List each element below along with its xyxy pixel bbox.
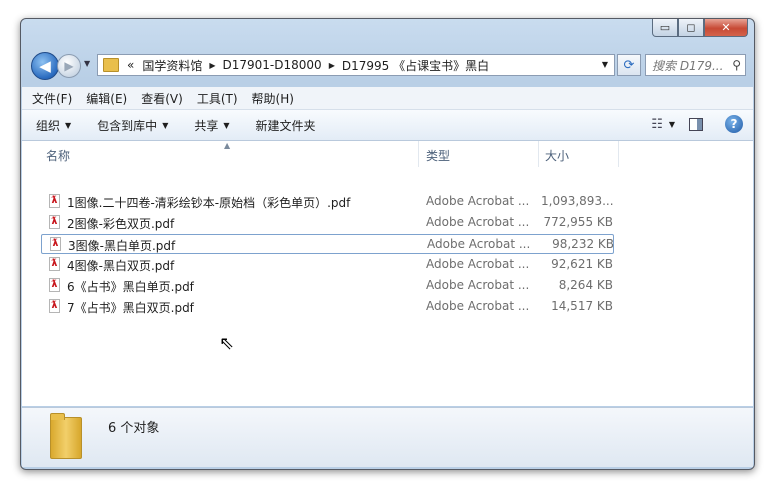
file-size: 98,232 KB (552, 237, 614, 251)
file-name: 6《占书》黑白单页.pdf (67, 280, 194, 294)
new-folder-button[interactable]: 新建文件夹 (256, 117, 316, 134)
organize-button[interactable]: 组织 ▼ (36, 117, 71, 134)
view-options-icon[interactable]: ☷ (651, 117, 663, 132)
help-icon[interactable]: ? (725, 115, 743, 133)
file-row[interactable]: ƛ 2图像-彩色双页.pdf Adobe Acrobat ... 772,955… (41, 213, 614, 233)
pdf-file-icon: ƛ (49, 194, 60, 208)
chevron-down-icon: ▼ (223, 120, 230, 130)
column-header-type[interactable]: 类型 (426, 147, 450, 164)
menu-tools[interactable]: 工具(T) (197, 90, 238, 107)
column-divider[interactable] (538, 141, 539, 167)
breadcrumb-item[interactable]: 国学资料馆 (138, 57, 206, 74)
address-dropdown-icon[interactable]: ▼ (602, 60, 608, 69)
search-placeholder: 搜索 D179... (652, 58, 724, 73)
command-bar: 组织 ▼ 包含到库中 ▼ 共享 ▼ 新建文件夹 ☷ ▼ ? (22, 110, 753, 141)
menu-bar: 文件(F) 编辑(E) 查看(V) 工具(T) 帮助(H) (22, 87, 753, 110)
forward-button[interactable]: ▶ (57, 54, 81, 78)
menu-help[interactable]: 帮助(H) (252, 90, 294, 107)
file-row[interactable]: ƛ 6《占书》黑白单页.pdf Adobe Acrobat ... 8,264 … (41, 276, 614, 296)
breadcrumb-separator-icon[interactable]: ▶ (326, 61, 338, 70)
minimize-button[interactable]: ▭ (652, 19, 678, 37)
file-name: 2图像-彩色双页.pdf (67, 217, 175, 231)
preview-pane-icon[interactable] (689, 117, 703, 131)
file-type: Adobe Acrobat ... (426, 278, 530, 292)
file-name: 1图像.二十四卷-清彩绘钞本-原始档（彩色单页）.pdf (67, 196, 351, 210)
column-divider[interactable] (618, 141, 619, 167)
search-icon[interactable]: ⚲ (732, 58, 741, 72)
organize-label: 组织 (36, 118, 61, 133)
breadcrumb-item[interactable]: D17901-D18000 (219, 58, 326, 72)
share-button[interactable]: 共享 ▼ (194, 117, 229, 134)
explorer-window: ▭ ◻ ✕ ◀ ▶ ▼ « 国学资料馆 ▶ D17901-D18000 ▶ D1… (20, 18, 755, 470)
share-label: 共享 (194, 118, 219, 133)
view-controls: ☷ ▼ ? (651, 115, 743, 133)
pdf-file-icon: ƛ (49, 299, 60, 313)
include-library-label: 包含到库中 (97, 118, 158, 133)
file-type: Adobe Acrobat ... (426, 215, 530, 229)
menu-view[interactable]: 查看(V) (141, 90, 183, 107)
menu-edit[interactable]: 编辑(E) (86, 90, 127, 107)
file-type: Adobe Acrobat ... (426, 257, 530, 271)
column-divider[interactable] (418, 141, 419, 167)
pdf-file-icon: ƛ (49, 215, 60, 229)
file-size: 1,093,893... (541, 194, 614, 208)
pdf-file-icon: ƛ (50, 237, 61, 251)
chevron-down-icon: ▼ (65, 120, 72, 130)
file-name: 4图像-黑白双页.pdf (67, 259, 175, 273)
refresh-button[interactable]: ⟳ (617, 54, 641, 76)
search-input[interactable]: 搜索 D179... ⚲ (645, 54, 746, 76)
breadcrumb-overflow[interactable]: « (123, 58, 138, 72)
view-options-dropdown-icon[interactable]: ▼ (669, 120, 675, 129)
recent-pages-dropdown[interactable]: ▼ (84, 59, 90, 68)
include-in-library-button[interactable]: 包含到库中 ▼ (97, 117, 168, 134)
chevron-down-icon: ▼ (162, 120, 169, 130)
address-bar[interactable]: « 国学资料馆 ▶ D17901-D18000 ▶ D17995 《占课宝书》黑… (97, 54, 615, 76)
file-type: Adobe Acrobat ... (427, 237, 531, 251)
file-size: 92,621 KB (551, 257, 613, 271)
file-row[interactable]: ƛ 1图像.二十四卷-清彩绘钞本-原始档（彩色单页）.pdf Adobe Acr… (41, 192, 614, 212)
pdf-file-icon: ƛ (49, 257, 60, 271)
column-headers: ▲ 名称 类型 大小 (22, 141, 753, 167)
item-count: 6 个对象 (108, 421, 160, 436)
close-button[interactable]: ✕ (704, 19, 748, 37)
breadcrumb-separator-icon[interactable]: ▶ (206, 61, 218, 70)
column-header-size[interactable]: 大小 (545, 147, 569, 164)
sort-ascending-icon: ▲ (224, 141, 231, 150)
column-header-name[interactable]: 名称 (46, 147, 70, 164)
refresh-icon: ⟳ (623, 57, 635, 73)
forward-arrow-icon: ▶ (64, 59, 74, 73)
pdf-file-icon: ƛ (49, 278, 60, 292)
details-pane: 6 个对象 (22, 407, 753, 467)
file-list: ▲ 名称 类型 大小 ƛ 1图像.二十四卷-清彩绘钞本-原始档（彩色单页）.pd… (22, 141, 753, 406)
file-name: 3图像-黑白单页.pdf (68, 239, 176, 253)
file-row-selected[interactable]: ƛ 3图像-黑白单页.pdf Adobe Acrobat ... 98,232 … (41, 234, 614, 254)
maximize-button[interactable]: ◻ (678, 19, 704, 37)
navigation-bar: ◀ ▶ ▼ « 国学资料馆 ▶ D17901-D18000 ▶ D17995 《… (27, 51, 748, 81)
file-type: Adobe Acrobat ... (426, 299, 530, 313)
breadcrumb-item[interactable]: D17995 《占课宝书》黑白 (338, 57, 493, 74)
file-row[interactable]: ƛ 7《占书》黑白双页.pdf Adobe Acrobat ... 14,517… (41, 297, 614, 317)
file-size: 772,955 KB (543, 215, 613, 229)
back-button[interactable]: ◀ (31, 52, 59, 80)
file-size: 8,264 KB (558, 278, 613, 292)
file-size: 14,517 KB (551, 299, 613, 313)
folder-icon (50, 413, 82, 459)
file-row[interactable]: ƛ 4图像-黑白双页.pdf Adobe Acrobat ... 92,621 … (41, 255, 614, 275)
new-folder-label: 新建文件夹 (255, 118, 316, 133)
menu-file[interactable]: 文件(F) (32, 90, 72, 107)
file-type: Adobe Acrobat ... (426, 194, 530, 208)
folder-icon (103, 58, 119, 72)
back-arrow-icon: ◀ (39, 57, 51, 75)
caption-buttons: ▭ ◻ ✕ (652, 19, 748, 37)
file-name: 7《占书》黑白双页.pdf (67, 301, 194, 315)
mouse-cursor-icon: ⇖ (219, 333, 235, 354)
